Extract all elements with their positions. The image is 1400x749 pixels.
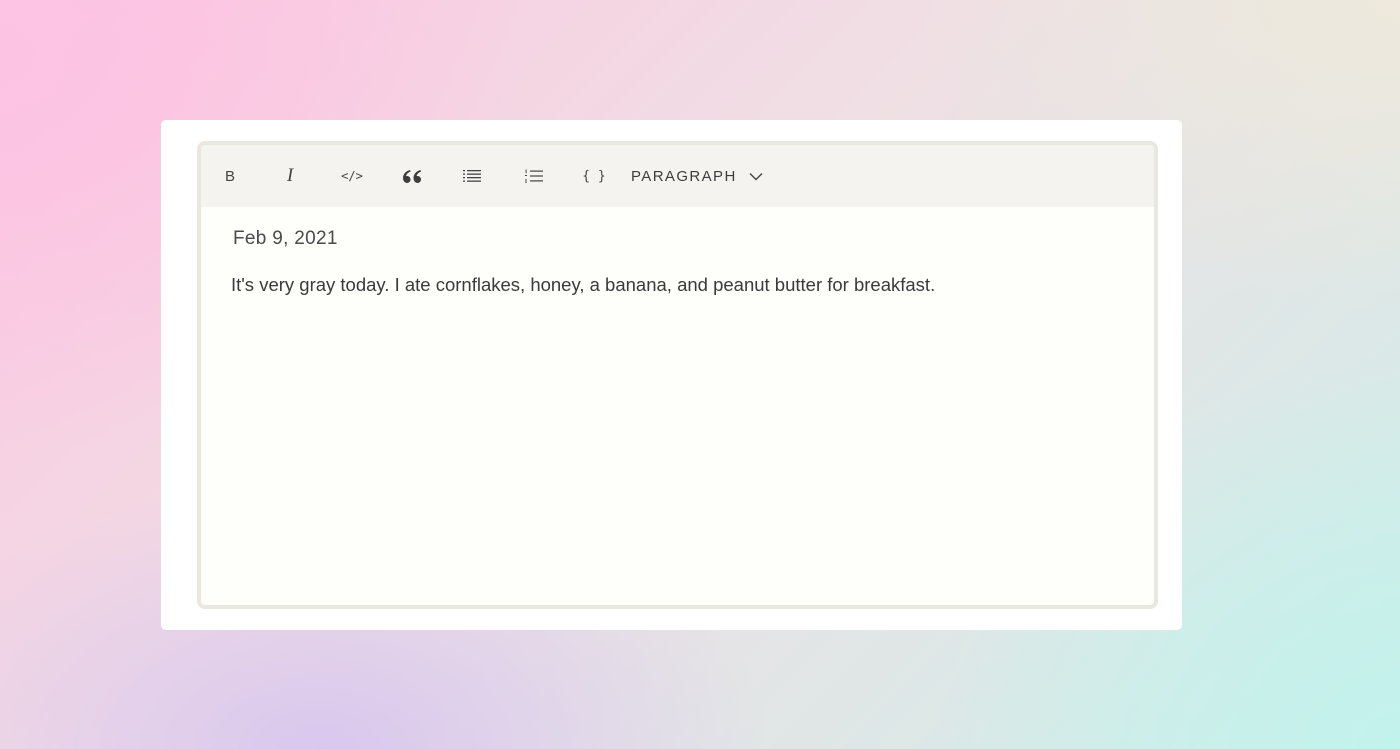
chevron-down-icon [749, 172, 763, 180]
italic-button[interactable]: I [275, 159, 305, 193]
numbered-list-icon [525, 169, 543, 183]
bulleted-list-icon [463, 170, 481, 182]
formatting-toolbar: B I </> {} PARAGRAPH [201, 145, 1154, 207]
entry-paragraph: It's very gray today. I ate cornflakes, … [231, 274, 936, 295]
block-type-selected: PARAGRAPH [631, 167, 737, 185]
numbered-list-button[interactable] [519, 159, 549, 193]
italic-icon: I [286, 165, 294, 186]
code-block-icon: { } [582, 168, 606, 184]
bulleted-list-button[interactable] [457, 159, 487, 193]
bold-icon: B [224, 167, 235, 185]
code-icon: </> [341, 169, 363, 183]
block-type-select[interactable]: PARAGRAPH [631, 159, 763, 193]
editor-content[interactable]: Feb 9, 2021 It's very gray today. I ate … [231, 207, 1124, 605]
code-block-button[interactable]: { } [577, 159, 611, 193]
bold-button[interactable]: B [215, 159, 245, 193]
rich-text-editor: B I </> {} PARAGRAPH Feb 9, 2021 It's v… [197, 141, 1158, 609]
inline-code-button[interactable]: </> [335, 159, 369, 193]
entry-date: Feb 9, 2021 [233, 228, 338, 249]
editor-card: B I </> {} PARAGRAPH Feb 9, 2021 It's v… [161, 120, 1182, 630]
quote-icon [403, 170, 421, 183]
blockquote-button[interactable] [395, 159, 429, 193]
